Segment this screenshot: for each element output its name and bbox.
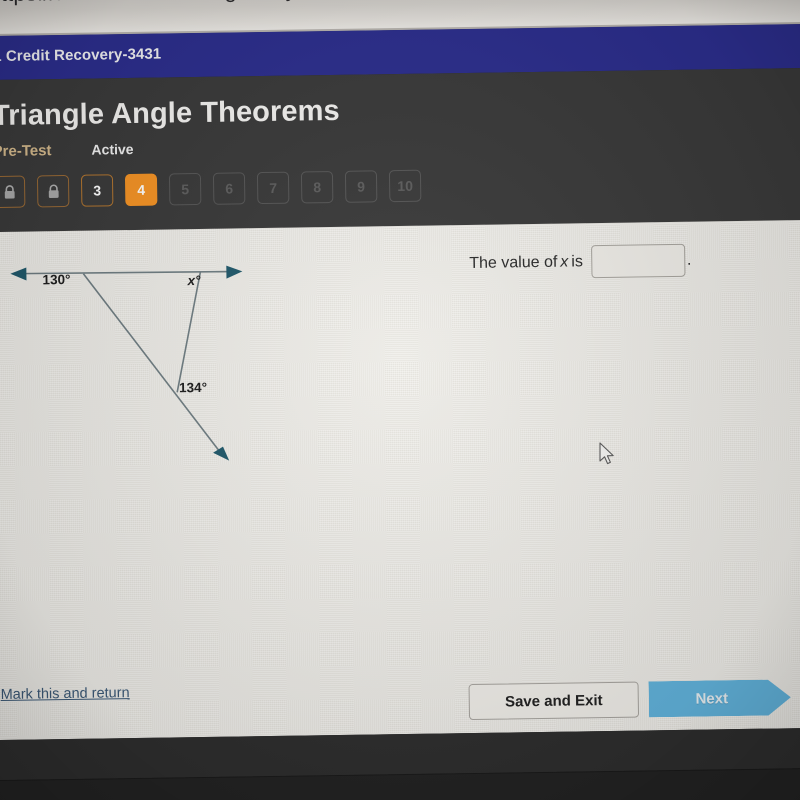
- pager-item-2[interactable]: [36, 174, 70, 208]
- status-badge: Active: [91, 140, 134, 158]
- pager-item-4[interactable]: 4: [124, 173, 158, 207]
- page-title: Triangle Angle Theorems: [0, 94, 340, 133]
- prompt-variable: x: [560, 253, 569, 271]
- answer-input[interactable]: [590, 243, 686, 279]
- triangle-angle-diagram: 130° x° 134°: [10, 265, 243, 461]
- lesson-meta: Pre-Test Active: [0, 141, 134, 163]
- next-button[interactable]: Next: [649, 679, 792, 717]
- url-path: /Player/: [343, 0, 420, 1]
- pager-item-8[interactable]: 8: [300, 171, 334, 204]
- figure-label-134: 134°: [179, 380, 207, 395]
- pager-item-5[interactable]: 5: [168, 172, 202, 206]
- pager-item-6[interactable]: 6: [212, 172, 246, 205]
- pager-item-7[interactable]: 7: [256, 171, 290, 205]
- question-content-area: 130° x° 134° The value of x is . Mark th…: [0, 219, 800, 741]
- screen-photo: https://f14.core.learn.edgenuity.com/Pla…: [0, 0, 800, 781]
- save-and-exit-button[interactable]: Save and Exit: [468, 681, 640, 721]
- pager-item-1[interactable]: [0, 175, 26, 209]
- pager-item-3[interactable]: 3: [80, 174, 114, 207]
- question-pager[interactable]: 3 4 5 6 7 8 9 10: [0, 169, 422, 209]
- lesson-header: Triangle Angle Theorems Pre-Test Active 3…: [0, 67, 800, 233]
- pager-item-10[interactable]: 10: [388, 169, 422, 203]
- course-title: 1 Credit Recovery-3431: [0, 45, 162, 66]
- url-main: https://f14.core.learn.edgenuity.com: [0, 0, 344, 6]
- lock-icon: [47, 184, 60, 199]
- next-button-label: Next: [695, 689, 729, 708]
- pager-item-9[interactable]: 9: [344, 170, 378, 203]
- figure-label-x: x°: [186, 273, 201, 288]
- prompt-text-after: is: [571, 252, 584, 270]
- assignment-phase-label: Pre-Test: [0, 142, 52, 161]
- prompt-period: .: [686, 251, 692, 269]
- question-prompt: The value of x is .: [469, 243, 692, 280]
- prompt-text-before: The value of: [469, 253, 558, 272]
- figure-label-130: 130°: [42, 272, 70, 287]
- lock-icon: [3, 184, 16, 199]
- url-text: https://f14.core.learn.edgenuity.com/Pla…: [0, 0, 420, 7]
- mark-this-and-return-link[interactable]: Mark this and return: [1, 685, 130, 703]
